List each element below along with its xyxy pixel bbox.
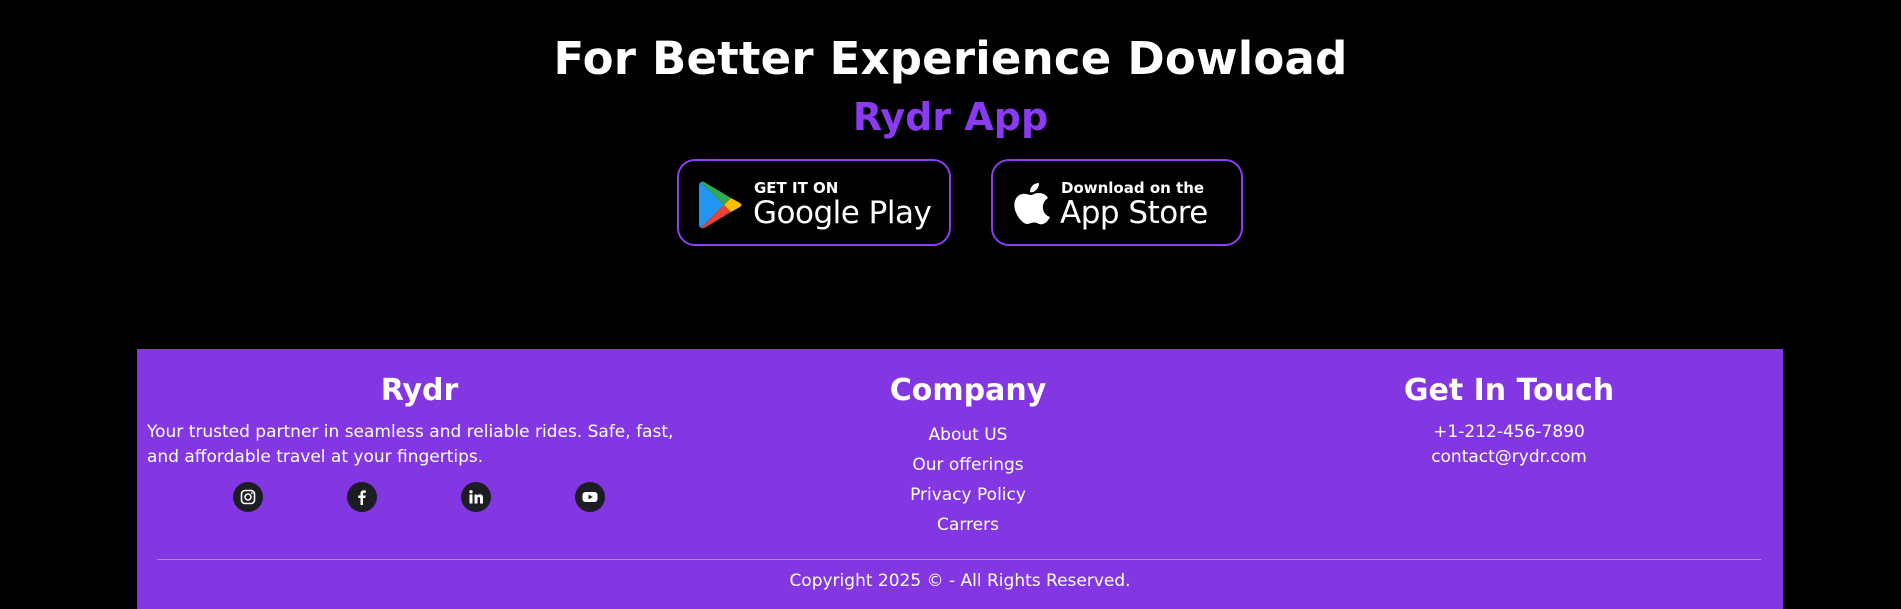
contact-email: contact@rydr.com <box>1431 447 1587 467</box>
our-offerings-link[interactable]: Our offerings <box>768 453 1168 483</box>
facebook-link[interactable] <box>347 482 377 512</box>
apple-icon <box>1013 181 1051 225</box>
google-play-label: Google Play <box>753 195 932 231</box>
app-store-label: App Store <box>1060 195 1208 231</box>
footer-brand-title: Rydr <box>380 373 459 408</box>
about-us-link[interactable]: About US <box>768 423 1168 453</box>
footer-company-title: Company <box>889 373 1047 408</box>
linkedin-link[interactable] <box>461 482 491 512</box>
privacy-policy-link[interactable]: Privacy Policy <box>768 483 1168 513</box>
youtube-icon <box>582 492 598 502</box>
contact-phone: +1-212-456-7890 <box>1433 422 1585 442</box>
download-heading: For Better Experience Dowload <box>553 32 1348 85</box>
instagram-link[interactable] <box>233 482 263 512</box>
linkedin-icon <box>469 490 483 504</box>
app-name: Rydr App <box>852 95 1049 139</box>
app-store-button[interactable]: Download on the App Store <box>991 159 1243 246</box>
facebook-icon <box>358 490 366 505</box>
copyright-text: Copyright 2025 © - All Rights Reserved. <box>789 571 1131 591</box>
footer-divider <box>157 559 1761 560</box>
footer-brand-description: Your trusted partner in seamless and rel… <box>147 422 674 467</box>
careers-link[interactable]: Carrers <box>768 513 1168 543</box>
google-play-icon <box>698 180 744 230</box>
footer-contact-title: Get In Touch <box>1403 373 1615 408</box>
contact-info: +1-212-456-7890 contact@rydr.com <box>1309 420 1709 470</box>
instagram-icon <box>240 489 256 505</box>
company-links: About US Our offerings Privacy Policy Ca… <box>768 423 1168 543</box>
youtube-link[interactable] <box>575 482 605 512</box>
footer: Rydr Your trusted partner in seamless an… <box>137 349 1783 609</box>
google-play-button[interactable]: GET IT ON Google Play <box>677 159 951 246</box>
